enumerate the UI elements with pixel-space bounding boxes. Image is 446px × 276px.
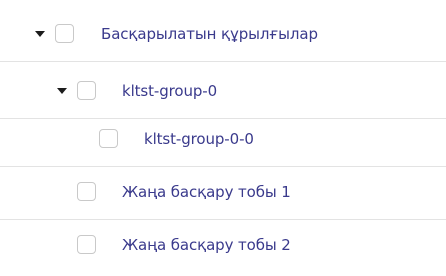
expand-caret-icon[interactable]: [35, 30, 45, 37]
tree-item-kltst-group-0-0[interactable]: kltst-group-0-0: [0, 110, 446, 167]
tree-item-label[interactable]: Жаңа басқару тобы 2: [122, 236, 291, 254]
tree-item-checkbox[interactable]: [77, 181, 96, 201]
tree-item-checkbox[interactable]: [55, 23, 74, 43]
tree-item-label[interactable]: kltst-group-0-0: [144, 130, 254, 148]
tree-item-managed-devices[interactable]: Басқарылатын құрылғылар: [0, 5, 446, 62]
tree-item-checkbox[interactable]: [77, 80, 96, 100]
tree-item-label[interactable]: kltst-group-0: [122, 82, 217, 100]
tree-item-new-group-1[interactable]: Жаңа басқару тобы 1: [0, 163, 446, 220]
tree-item-checkbox[interactable]: [77, 234, 96, 254]
tree-item-label[interactable]: Жаңа басқару тобы 1: [122, 183, 291, 201]
expand-caret-icon[interactable]: [57, 87, 67, 94]
tree-item-new-group-2[interactable]: Жаңа басқару тобы 2: [0, 216, 446, 273]
tree-item-checkbox[interactable]: [99, 128, 118, 148]
device-tree: Басқарылатын құрылғылар kltst-group-0 kl…: [0, 0, 446, 276]
tree-item-label[interactable]: Басқарылатын құрылғылар: [101, 25, 318, 43]
